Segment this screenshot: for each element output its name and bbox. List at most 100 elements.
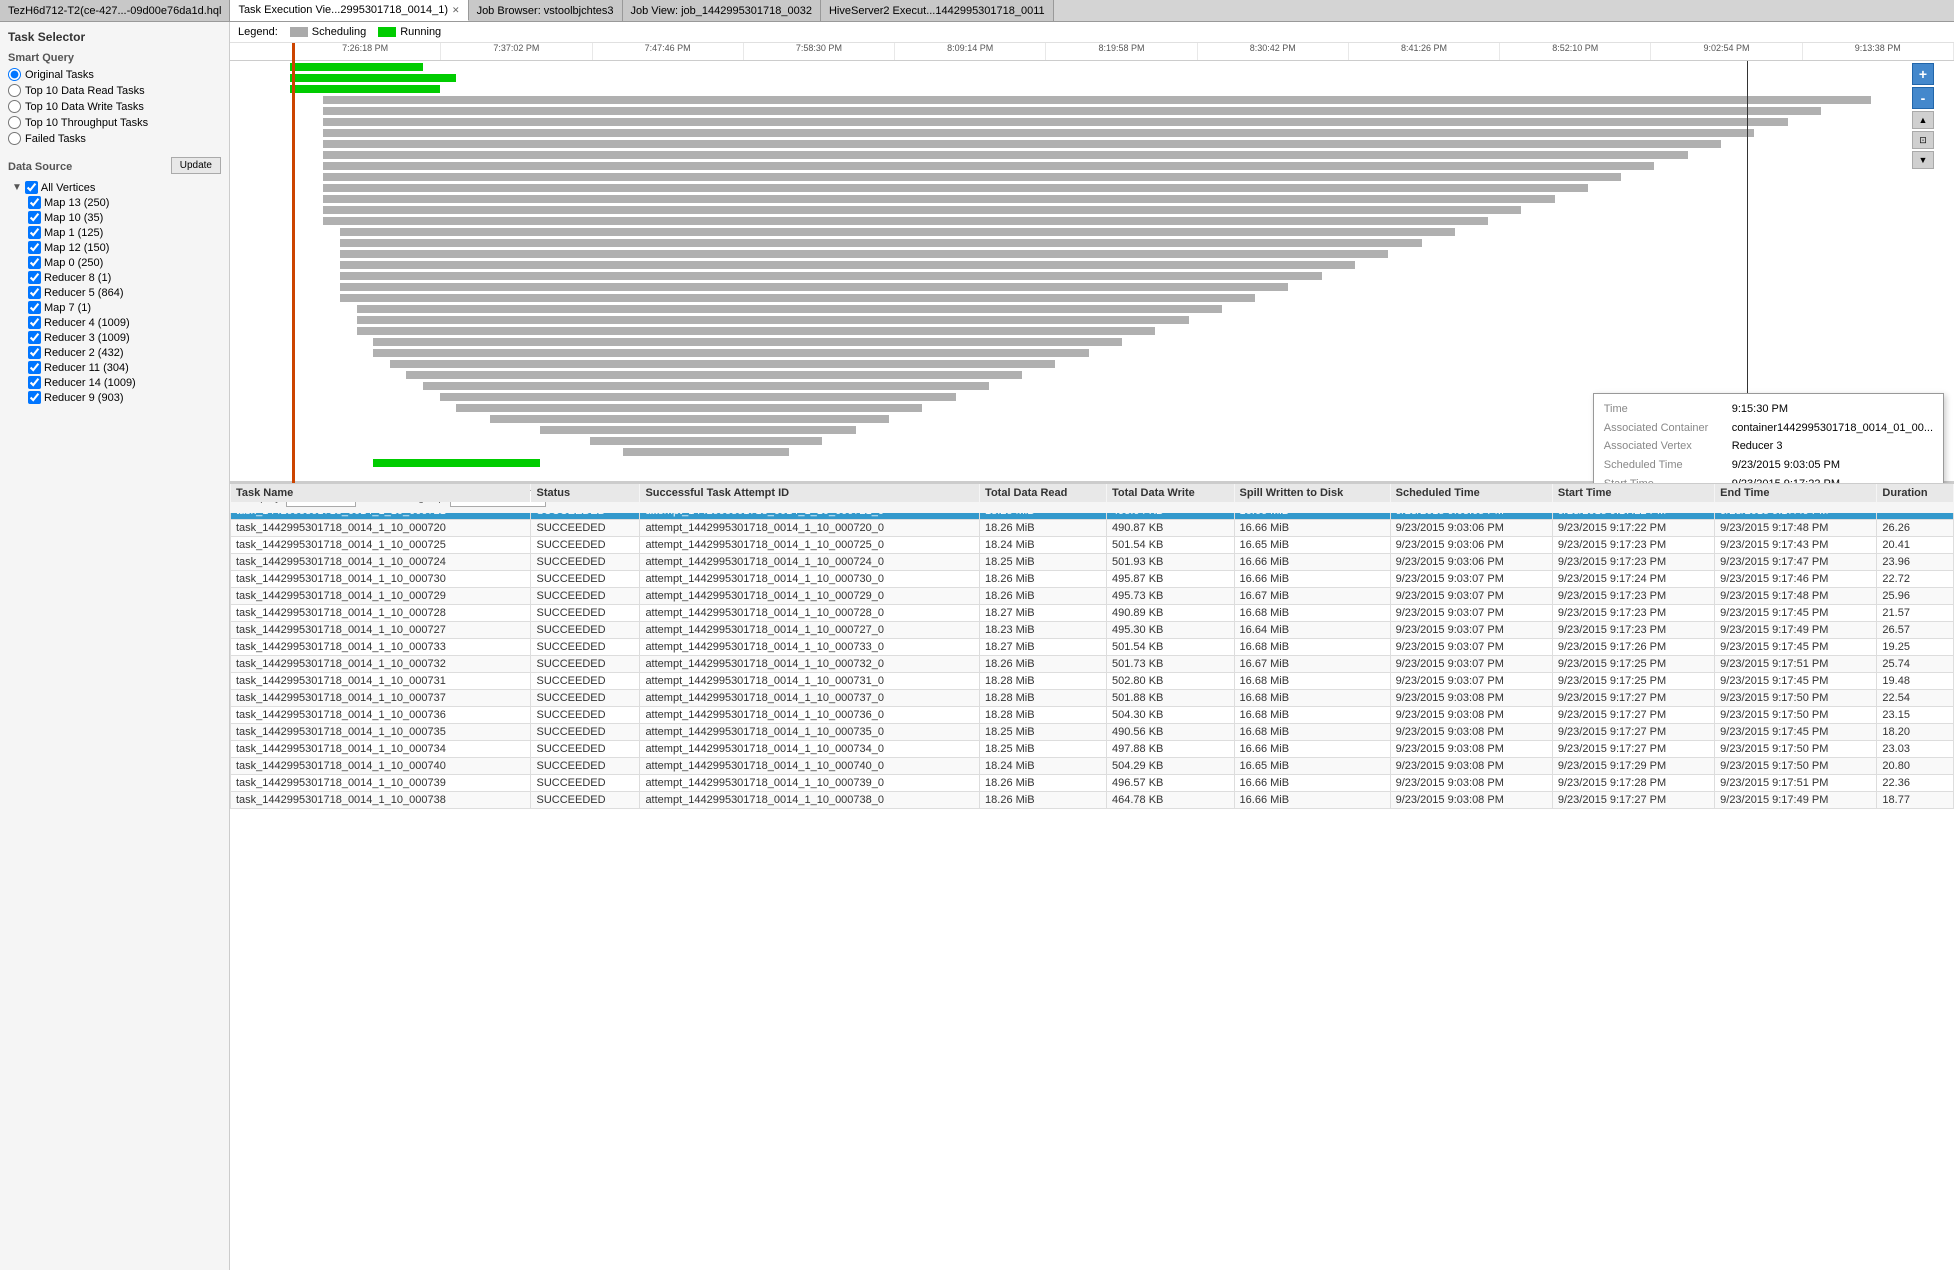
- radio-top10read-input[interactable]: [8, 84, 21, 97]
- table-row[interactable]: task_1442995301718_0014_1_10_000740SUCCE…: [231, 758, 1954, 775]
- gantt-bar-27: [390, 360, 1056, 368]
- tree-child-0[interactable]: Map 13 (250): [24, 196, 221, 209]
- chart-inner[interactable]: 7:26:18 PM7:37:02 PM7:47:46 PM7:58:30 PM…: [230, 43, 1954, 483]
- fit-button[interactable]: ⊡: [1912, 131, 1934, 149]
- tree-child-checkbox-12[interactable]: [28, 376, 41, 389]
- tree-child-checkbox-0[interactable]: [28, 196, 41, 209]
- table-body: task_1442995301718_0014_1_10_000721SUCCE…: [231, 503, 1954, 809]
- table-container[interactable]: Task NameStatusSuccessful Task Attempt I…: [230, 482, 1954, 1270]
- radio-top10throughput[interactable]: Top 10 Throughput Tasks: [8, 116, 221, 129]
- tree-child-4[interactable]: Map 0 (250): [24, 256, 221, 269]
- tree-child-12[interactable]: Reducer 14 (1009): [24, 376, 221, 389]
- gantt-bar-21: [340, 294, 1255, 302]
- cell-14-1: SUCCEEDED: [531, 741, 640, 758]
- tree-child-7[interactable]: Map 7 (1): [24, 301, 221, 314]
- tree-child-checkbox-10[interactable]: [28, 346, 41, 359]
- tree-root-checkbox[interactable]: [25, 181, 38, 194]
- tab-2[interactable]: Task Execution Vie...2995301718_0014_1) …: [230, 0, 468, 21]
- cell-4-7: 9/23/2015 9:17:24 PM: [1552, 571, 1714, 588]
- tooltip-time-value: 9:15:30 PM: [1732, 400, 1788, 419]
- gantt-row: [290, 227, 1954, 237]
- table-row[interactable]: task_1442995301718_0014_1_10_000738SUCCE…: [231, 792, 1954, 809]
- tree-child-checkbox-9[interactable]: [28, 331, 41, 344]
- radio-top10write[interactable]: Top 10 Data Write Tasks: [8, 100, 221, 113]
- tooltip-box: Time 9:15:30 PM Associated Container con…: [1593, 393, 1944, 483]
- radio-failed[interactable]: Failed Tasks: [8, 132, 221, 145]
- gantt-bar-9: [323, 162, 1654, 170]
- tree-child-1[interactable]: Map 10 (35): [24, 211, 221, 224]
- tree-child-checkbox-3[interactable]: [28, 241, 41, 254]
- tree-child-checkbox-7[interactable]: [28, 301, 41, 314]
- tree-child-5[interactable]: Reducer 8 (1): [24, 271, 221, 284]
- table-row[interactable]: task_1442995301718_0014_1_10_000729SUCCE…: [231, 588, 1954, 605]
- tooltip-start-row: Start Time 9/23/2015 9:17:22 PM: [1604, 475, 1933, 483]
- cell-11-2: attempt_1442995301718_0014_1_10_000737_0: [640, 690, 980, 707]
- zoom-in-button[interactable]: +: [1912, 63, 1934, 85]
- tree-child-2[interactable]: Map 1 (125): [24, 226, 221, 239]
- cell-11-3: 18.28 MiB: [980, 690, 1107, 707]
- radio-top10read[interactable]: Top 10 Data Read Tasks: [8, 84, 221, 97]
- gantt-row: [290, 271, 1954, 281]
- tab-5[interactable]: HiveServer2 Execut...1442995301718_0011: [821, 0, 1054, 21]
- gantt-bar-29: [423, 382, 989, 390]
- table-row[interactable]: task_1442995301718_0014_1_10_000725SUCCE…: [231, 537, 1954, 554]
- table-row[interactable]: task_1442995301718_0014_1_10_000737SUCCE…: [231, 690, 1954, 707]
- cell-7-1: SUCCEEDED: [531, 622, 640, 639]
- tree-child-checkbox-13[interactable]: [28, 391, 41, 404]
- table-row[interactable]: task_1442995301718_0014_1_10_000733SUCCE…: [231, 639, 1954, 656]
- tree-child-9[interactable]: Reducer 3 (1009): [24, 331, 221, 344]
- radio-top10write-input[interactable]: [8, 100, 21, 113]
- radio-top10throughput-input[interactable]: [8, 116, 21, 129]
- tree-child-checkbox-8[interactable]: [28, 316, 41, 329]
- scroll-up-button[interactable]: ▲: [1912, 111, 1934, 129]
- cell-8-0: task_1442995301718_0014_1_10_000733: [231, 639, 531, 656]
- tree-child-8[interactable]: Reducer 4 (1009): [24, 316, 221, 329]
- tree-child-checkbox-1[interactable]: [28, 211, 41, 224]
- close-icon[interactable]: ✕: [452, 5, 460, 16]
- table-row[interactable]: task_1442995301718_0014_1_10_000734SUCCE…: [231, 741, 1954, 758]
- radio-original-input[interactable]: [8, 68, 21, 81]
- tab-3[interactable]: Job Browser: vstoolbjchtes3: [469, 0, 623, 21]
- table-row[interactable]: task_1442995301718_0014_1_10_000728SUCCE…: [231, 605, 1954, 622]
- radio-failed-input[interactable]: [8, 132, 21, 145]
- tree-child-13[interactable]: Reducer 9 (903): [24, 391, 221, 404]
- cell-17-0: task_1442995301718_0014_1_10_000738: [231, 792, 531, 809]
- table-row[interactable]: task_1442995301718_0014_1_10_000735SUCCE…: [231, 724, 1954, 741]
- gantt-bar-19: [340, 272, 1322, 280]
- table-row[interactable]: task_1442995301718_0014_1_10_000720SUCCE…: [231, 520, 1954, 537]
- tab-1[interactable]: TezH6d712-T2(ce-427...-09d00e76da1d.hql: [0, 0, 230, 21]
- table-row[interactable]: task_1442995301718_0014_1_10_000739SUCCE…: [231, 775, 1954, 792]
- tree-child-11[interactable]: Reducer 11 (304): [24, 361, 221, 374]
- gantt-bar-35: [623, 448, 789, 456]
- cell-1-8: 9/23/2015 9:17:48 PM: [1715, 520, 1877, 537]
- tree-child-6[interactable]: Reducer 5 (864): [24, 286, 221, 299]
- tree-child-checkbox-6[interactable]: [28, 286, 41, 299]
- table-row[interactable]: task_1442995301718_0014_1_10_000727SUCCE…: [231, 622, 1954, 639]
- cell-1-4: 490.87 KB: [1107, 520, 1235, 537]
- tree-child-checkbox-11[interactable]: [28, 361, 41, 374]
- radio-original-tasks[interactable]: Original Tasks: [8, 68, 221, 81]
- tree-child-3[interactable]: Map 12 (150): [24, 241, 221, 254]
- time-tick-4: 8:09:14 PM: [895, 43, 1046, 60]
- update-button[interactable]: Update: [171, 157, 221, 174]
- tree-child-10[interactable]: Reducer 2 (432): [24, 346, 221, 359]
- tree-child-checkbox-5[interactable]: [28, 271, 41, 284]
- tree-child-checkbox-4[interactable]: [28, 256, 41, 269]
- table-row[interactable]: task_1442995301718_0014_1_10_000724SUCCE…: [231, 554, 1954, 571]
- zoom-out-button[interactable]: -: [1912, 87, 1934, 109]
- tab-4[interactable]: Job View: job_1442995301718_0032: [623, 0, 821, 21]
- scroll-down-button[interactable]: ▼: [1912, 151, 1934, 169]
- table-row[interactable]: task_1442995301718_0014_1_10_000731SUCCE…: [231, 673, 1954, 690]
- table-row[interactable]: task_1442995301718_0014_1_10_000730SUCCE…: [231, 571, 1954, 588]
- tree-child-label-1: Map 10 (35): [44, 212, 103, 224]
- cell-8-7: 9/23/2015 9:17:26 PM: [1552, 639, 1714, 656]
- col-header-1: Status: [531, 484, 640, 503]
- time-tick-9: 9:02:54 PM: [1651, 43, 1802, 60]
- tree-root[interactable]: ▼ All Vertices: [8, 181, 221, 194]
- gantt-row: [290, 359, 1954, 369]
- data-source-title: Data Source: [8, 161, 72, 173]
- table-row[interactable]: task_1442995301718_0014_1_10_000736SUCCE…: [231, 707, 1954, 724]
- table-row[interactable]: task_1442995301718_0014_1_10_000732SUCCE…: [231, 656, 1954, 673]
- tree-child-checkbox-2[interactable]: [28, 226, 41, 239]
- gantt-row: [290, 238, 1954, 248]
